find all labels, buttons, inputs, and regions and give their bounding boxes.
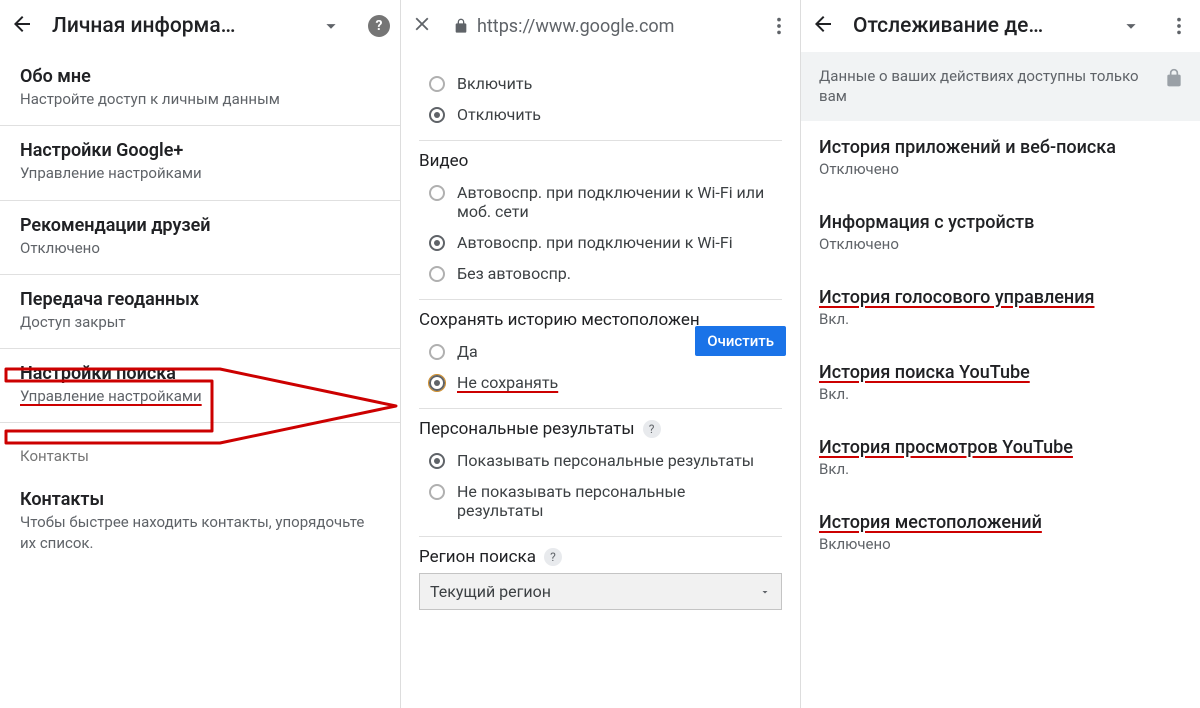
help-badge-icon[interactable]: ? bbox=[643, 420, 661, 438]
radio-icon bbox=[429, 76, 445, 92]
row-friend-recs[interactable]: Рекомендации друзей Отключено bbox=[0, 201, 400, 275]
radio-loc-no[interactable]: Не сохранять bbox=[419, 367, 782, 398]
group-title: Видео bbox=[419, 151, 782, 171]
row-sub: Управление настройками bbox=[20, 386, 380, 406]
clear-button[interactable]: Очистить bbox=[695, 326, 786, 356]
radio-icon bbox=[429, 107, 445, 123]
group-safesearch: Включить Отключить bbox=[419, 58, 782, 141]
radio-label: Автовоспр. при подключении к Wi-Fi bbox=[457, 233, 733, 252]
row-sub: Доступ закрыт bbox=[20, 312, 380, 332]
row-sub: Отключено bbox=[20, 238, 380, 258]
help-icon[interactable]: ? bbox=[368, 15, 390, 37]
row-title: Информация с устройств bbox=[819, 212, 1182, 233]
help-badge-icon[interactable]: ? bbox=[544, 548, 562, 566]
row-sub: Чтобы быстрее находить контакты, упорядо… bbox=[20, 512, 380, 553]
select-value: Текущий регион bbox=[430, 582, 551, 601]
activity-row[interactable]: История приложений и веб-поиска Отключено bbox=[801, 121, 1200, 196]
row-title: История просмотров YouTube bbox=[819, 437, 1182, 458]
row-sub: Вкл. bbox=[819, 460, 1182, 478]
panel-personal-info: Личная информа… ? Обо мне Настройте дост… bbox=[0, 0, 400, 708]
row-sub: Вкл. bbox=[819, 385, 1182, 403]
activity-row[interactable]: История поиска YouTube Вкл. bbox=[801, 346, 1200, 421]
row-title: История голосового управления bbox=[819, 287, 1182, 308]
activity-row[interactable]: История голосового управления Вкл. bbox=[801, 271, 1200, 346]
row-title: Обо мне bbox=[20, 66, 380, 87]
group-video: Видео Автовоспр. при подключении к Wi-Fi… bbox=[419, 141, 782, 300]
radio-icon bbox=[429, 235, 445, 251]
dropdown-icon[interactable] bbox=[320, 15, 342, 37]
group-title: Регион поиска ? bbox=[419, 547, 782, 567]
row-title: Рекомендации друзей bbox=[20, 215, 380, 236]
group-search-region: Регион поиска ? Текущий регион bbox=[419, 537, 782, 620]
group-personal-results: Персональные результаты ? Показывать пер… bbox=[419, 409, 782, 537]
row-sub: Вкл. bbox=[819, 310, 1182, 328]
row-sub: Управление настройками bbox=[20, 163, 380, 183]
radio-label: Без автовоспр. bbox=[457, 264, 571, 283]
more-icon[interactable] bbox=[768, 15, 790, 37]
radio-enable[interactable]: Включить bbox=[419, 68, 782, 99]
row-title: Контакты bbox=[20, 489, 380, 510]
radio-pers-hide[interactable]: Не показывать персональные результаты bbox=[419, 476, 782, 526]
radio-icon bbox=[429, 375, 445, 391]
section-contacts-label: Контакты bbox=[0, 422, 400, 475]
row-title: Передача геоданных bbox=[20, 289, 380, 310]
radio-icon bbox=[429, 344, 445, 360]
lock-icon bbox=[453, 18, 469, 34]
header-2: https://www.google.com bbox=[401, 0, 800, 52]
radio-video-wifi-mobile[interactable]: Автовоспр. при подключении к Wi-Fi или м… bbox=[419, 177, 782, 227]
row-sub: Включено bbox=[819, 535, 1182, 553]
activity-list: История приложений и веб-поиска Отключено… bbox=[801, 121, 1200, 571]
radio-label: Включить bbox=[457, 74, 532, 93]
radio-label: Не сохранять bbox=[457, 373, 558, 392]
url-text: https://www.google.com bbox=[477, 16, 674, 37]
row-sub: Настройте доступ к личным данным bbox=[20, 89, 380, 109]
radio-disable[interactable]: Отключить bbox=[419, 99, 782, 130]
activity-row[interactable]: История просмотров YouTube Вкл. bbox=[801, 421, 1200, 496]
region-select[interactable]: Текущий регион bbox=[419, 573, 782, 610]
radio-icon bbox=[429, 453, 445, 469]
radio-icon bbox=[429, 185, 445, 201]
header-1: Личная информа… ? bbox=[0, 0, 400, 52]
close-icon[interactable] bbox=[411, 13, 433, 39]
radio-icon bbox=[429, 484, 445, 500]
row-google-plus[interactable]: Настройки Google+ Управление настройками bbox=[0, 126, 400, 200]
chevron-down-icon bbox=[759, 586, 771, 598]
panel-search-settings: https://www.google.com Включить Отключит… bbox=[400, 0, 800, 708]
header-3: Отслеживание де… bbox=[801, 0, 1200, 52]
privacy-banner: Данные о ваших действиях доступны только… bbox=[801, 52, 1200, 121]
dropdown-icon[interactable] bbox=[1120, 15, 1142, 37]
radio-label: Да bbox=[457, 342, 478, 361]
more-icon[interactable] bbox=[1168, 15, 1190, 37]
radio-label: Показывать персональные результаты bbox=[457, 451, 754, 470]
back-arrow-icon[interactable] bbox=[811, 12, 835, 40]
radio-label: Не показывать персональные результаты bbox=[457, 482, 772, 520]
radio-label: Отключить bbox=[457, 105, 541, 124]
address-bar[interactable]: https://www.google.com bbox=[453, 16, 760, 37]
row-title: История поиска YouTube bbox=[819, 362, 1182, 383]
panel-activity-controls: Отслеживание де… Данные о ваших действия… bbox=[800, 0, 1200, 708]
group-title: Персональные результаты ? bbox=[419, 419, 782, 439]
row-search-settings[interactable]: Настройки поиска Управление настройками bbox=[0, 349, 400, 422]
activity-row[interactable]: История местоположений Включено bbox=[801, 496, 1200, 571]
lock-icon bbox=[1164, 68, 1184, 88]
row-about-me[interactable]: Обо мне Настройте доступ к личным данным bbox=[0, 52, 400, 126]
row-title: История приложений и веб-поиска bbox=[819, 137, 1182, 158]
row-title: Настройки Google+ bbox=[20, 140, 380, 161]
row-contacts[interactable]: Контакты Чтобы быстрее находить контакты… bbox=[0, 475, 400, 569]
row-sub: Отключено bbox=[819, 160, 1182, 178]
row-location-sharing[interactable]: Передача геоданных Доступ закрыт bbox=[0, 275, 400, 349]
radio-video-off[interactable]: Без автовоспр. bbox=[419, 258, 782, 289]
radio-pers-show[interactable]: Показывать персональные результаты bbox=[419, 445, 782, 476]
page-title: Отслеживание де… bbox=[853, 14, 1112, 38]
radio-video-wifi[interactable]: Автовоспр. при подключении к Wi-Fi bbox=[419, 227, 782, 258]
row-sub: Отключено bbox=[819, 235, 1182, 253]
activity-row[interactable]: Информация с устройств Отключено bbox=[801, 196, 1200, 271]
radio-icon bbox=[429, 266, 445, 282]
radio-label: Автовоспр. при подключении к Wi-Fi или м… bbox=[457, 183, 772, 221]
page-title: Личная информа… bbox=[52, 14, 312, 38]
row-title: История местоположений bbox=[819, 512, 1182, 533]
row-title: Настройки поиска bbox=[20, 363, 380, 384]
back-arrow-icon[interactable] bbox=[10, 12, 34, 40]
